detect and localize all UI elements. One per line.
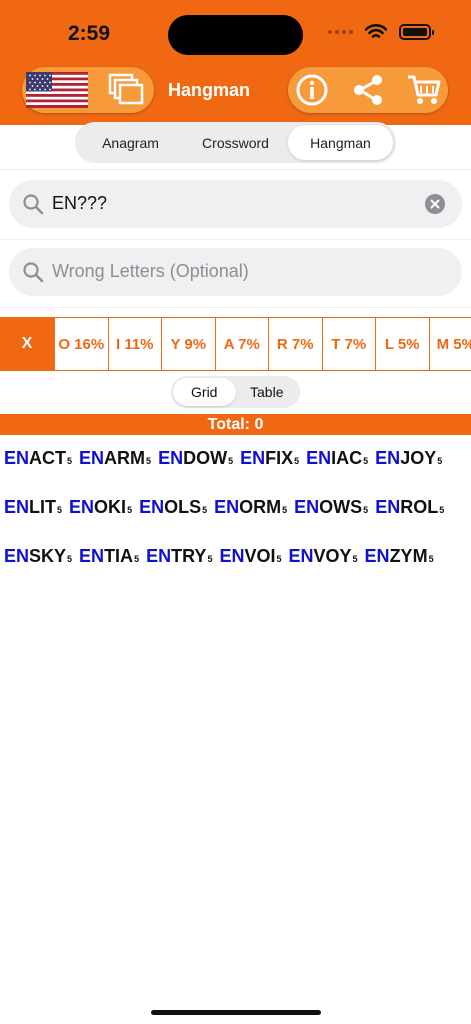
status-icons	[328, 24, 434, 40]
word-item[interactable]: ENARM5	[79, 446, 151, 473]
total-value: 0	[254, 416, 264, 433]
word-item[interactable]: ENOWS5	[294, 495, 368, 522]
clear-letters-button[interactable]: X	[0, 318, 54, 370]
letter-frequency-cell[interactable]: L 5%	[375, 318, 429, 370]
letter-frequency-cell[interactable]: I 11%	[107, 318, 162, 370]
word-grid: ENACT5 ENARM5 ENDOW5 ENFIX5 ENIAC5 ENJOY…	[4, 446, 471, 571]
word-item[interactable]: ENORM5	[214, 495, 287, 522]
letter-frequency-cell[interactable]: A 7%	[214, 318, 269, 370]
search-input[interactable]: EN???	[52, 193, 107, 214]
grid-view-button[interactable]: Grid	[173, 378, 236, 406]
letter-frequency-cell[interactable]: R 7%	[268, 318, 322, 370]
search-icon	[23, 262, 44, 283]
word-item[interactable]: ENZYM5	[365, 544, 434, 571]
word-item[interactable]: ENOLS5	[139, 495, 207, 522]
letter-frequency-cell[interactable]: Y 9%	[161, 318, 215, 370]
divider	[0, 307, 471, 308]
search-icon	[23, 194, 44, 215]
right-actions-pill	[288, 67, 448, 113]
share-icon[interactable]	[350, 73, 386, 107]
word-item[interactable]: ENACT5	[4, 446, 72, 473]
word-item[interactable]: ENDOW5	[158, 446, 233, 473]
word-item[interactable]: ENOKI5	[69, 495, 132, 522]
letter-frequency-cell[interactable]: O 16%	[54, 318, 108, 370]
cart-icon[interactable]	[406, 73, 442, 107]
letter-frequency-cell[interactable]: T 7%	[321, 318, 376, 370]
home-indicator[interactable]	[151, 1010, 321, 1015]
tab-anagram[interactable]: Anagram	[78, 125, 183, 160]
wrong-letters-field[interactable]: Wrong Letters (Optional)	[9, 248, 462, 296]
left-actions-pill	[22, 67, 154, 113]
word-item[interactable]: ENLIT5	[4, 495, 62, 522]
windows-icon[interactable]	[108, 73, 144, 107]
status-time: 2:59	[68, 22, 111, 45]
wrong-letters-placeholder[interactable]: Wrong Letters (Optional)	[52, 261, 249, 282]
word-item[interactable]: ENTIA5	[79, 544, 139, 571]
word-item[interactable]: ENIAC5	[306, 446, 368, 473]
total-label: Total:	[207, 416, 250, 433]
tab-hangman[interactable]: Hangman	[288, 125, 393, 160]
app-header: 2:59 Hangman	[0, 0, 471, 125]
app-title: Hangman	[168, 80, 251, 100]
word-item[interactable]: ENROL5	[375, 495, 444, 522]
word-item[interactable]: ENJOY5	[375, 446, 442, 473]
cellular-icon	[328, 30, 353, 34]
info-icon[interactable]	[294, 73, 330, 107]
wifi-icon	[365, 24, 387, 38]
letter-frequency-cell[interactable]: M 5%	[428, 318, 471, 370]
clear-search-icon[interactable]	[425, 194, 445, 214]
divider	[0, 239, 471, 240]
word-item[interactable]: ENVOY5	[289, 544, 358, 571]
table-view-button[interactable]: Table	[236, 378, 299, 406]
letter-frequency-bar: X O 16% I 11% Y 9% A 7% R 7% T 7% L 5% M…	[0, 317, 471, 371]
tab-crossword[interactable]: Crossword	[183, 125, 288, 160]
word-item[interactable]: ENSKY5	[4, 544, 72, 571]
word-item[interactable]: ENFIX5	[240, 446, 299, 473]
pattern-search-field[interactable]: EN???	[9, 180, 462, 228]
view-toggle: Grid Table	[171, 376, 300, 408]
word-item[interactable]: ENVOI5	[219, 544, 281, 571]
us-flag-icon[interactable]	[26, 72, 88, 108]
total-bar: Total: 0	[0, 414, 471, 435]
battery-icon	[399, 24, 434, 40]
dynamic-island	[168, 15, 303, 55]
mode-segmented-control: Anagram Crossword Hangman	[75, 122, 396, 163]
word-item[interactable]: ENTRY5	[146, 544, 212, 571]
